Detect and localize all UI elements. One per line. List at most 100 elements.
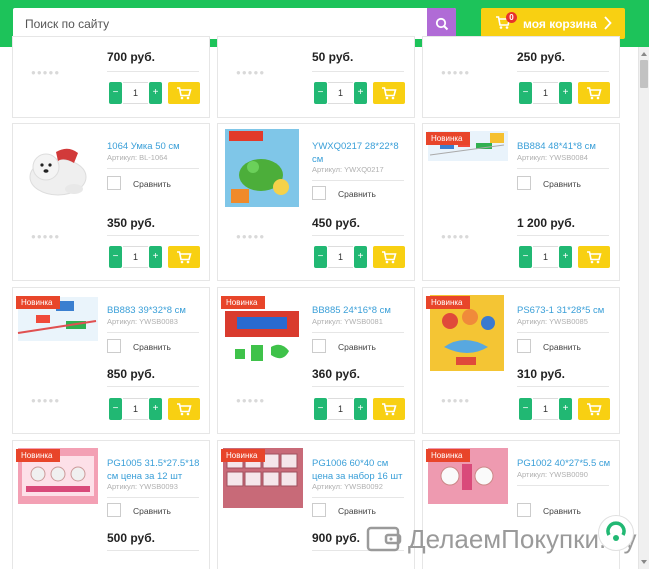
rating-stars[interactable]: ●●●●● bbox=[441, 68, 470, 77]
qty-input[interactable]: 1 bbox=[328, 246, 353, 268]
qty-minus-button[interactable]: − bbox=[519, 246, 532, 268]
new-badge: Новинка bbox=[426, 132, 470, 145]
qty-minus-button[interactable]: − bbox=[519, 398, 532, 420]
qty-minus-button[interactable]: − bbox=[314, 398, 327, 420]
scroll-down-arrow-icon[interactable] bbox=[639, 557, 649, 567]
qty-plus-button[interactable]: + bbox=[149, 398, 162, 420]
rating-stars[interactable]: ●●●●● bbox=[31, 396, 60, 405]
compare-label[interactable]: Сравнить bbox=[133, 506, 171, 516]
qty-plus-button[interactable]: + bbox=[559, 82, 572, 104]
divider bbox=[107, 497, 199, 498]
add-to-cart-button[interactable] bbox=[373, 246, 405, 268]
qty-input[interactable]: 1 bbox=[328, 398, 353, 420]
rating-stars[interactable]: ●●●●● bbox=[236, 68, 265, 77]
search-button[interactable] bbox=[427, 8, 456, 39]
product-sku: Артикул: YWSB0090 bbox=[517, 470, 588, 479]
qty-minus-button[interactable]: − bbox=[109, 82, 122, 104]
product-image[interactable]: Новинка bbox=[221, 291, 303, 373]
product-name-link[interactable]: BB884 48*41*8 см bbox=[517, 140, 615, 153]
add-to-cart-button[interactable] bbox=[578, 398, 610, 420]
qty-plus-button[interactable]: + bbox=[149, 82, 162, 104]
qty-minus-button[interactable]: − bbox=[314, 246, 327, 268]
compare-label[interactable]: Сравнить bbox=[543, 506, 581, 516]
compare-label[interactable]: Сравнить bbox=[543, 342, 581, 352]
compare-label[interactable]: Сравнить bbox=[133, 342, 171, 352]
divider bbox=[312, 497, 404, 498]
cart-add-icon bbox=[177, 251, 192, 264]
search-input[interactable] bbox=[13, 8, 428, 39]
add-to-cart-button[interactable] bbox=[578, 82, 610, 104]
rating-stars[interactable]: ●●●●● bbox=[31, 232, 60, 241]
qty-input[interactable]: 1 bbox=[123, 398, 148, 420]
product-name-link[interactable]: PG1005 31.5*27.5*18 см цена за 12 шт bbox=[107, 457, 205, 483]
page-scrollbar[interactable] bbox=[638, 47, 649, 569]
scroll-to-top-button[interactable] bbox=[598, 515, 634, 551]
compare-label[interactable]: Сравнить bbox=[338, 189, 376, 199]
qty-input[interactable]: 1 bbox=[533, 246, 558, 268]
compare-checkbox[interactable] bbox=[517, 503, 531, 517]
qty-minus-button[interactable]: − bbox=[109, 398, 122, 420]
product-name-link[interactable]: PS673-1 31*28*5 см bbox=[517, 304, 615, 317]
compare-checkbox[interactable] bbox=[312, 186, 326, 200]
add-to-cart-button[interactable] bbox=[168, 246, 200, 268]
add-to-cart-button[interactable] bbox=[578, 246, 610, 268]
qty-plus-button[interactable]: + bbox=[559, 398, 572, 420]
qty-plus-button[interactable]: + bbox=[354, 82, 367, 104]
compare-checkbox[interactable] bbox=[107, 176, 121, 190]
compare-checkbox[interactable] bbox=[107, 503, 121, 517]
qty-plus-button[interactable]: + bbox=[149, 246, 162, 268]
quantity-stepper: − 1 + bbox=[519, 246, 574, 268]
product-image[interactable] bbox=[16, 127, 98, 209]
add-to-cart-button[interactable] bbox=[168, 398, 200, 420]
qty-plus-button[interactable]: + bbox=[559, 246, 572, 268]
qty-input[interactable]: 1 bbox=[123, 82, 148, 104]
product-name-link[interactable]: 1064 Умка 50 см bbox=[107, 140, 205, 153]
product-image[interactable] bbox=[221, 127, 303, 209]
product-name-link[interactable]: YWXQ0217 28*22*8 см bbox=[312, 140, 410, 166]
product-image[interactable]: Новинка bbox=[426, 444, 508, 526]
compare-label[interactable]: Сравнить bbox=[338, 506, 376, 516]
compare-checkbox[interactable] bbox=[517, 176, 531, 190]
qty-input[interactable]: 1 bbox=[328, 82, 353, 104]
rating-stars[interactable]: ●●●●● bbox=[236, 396, 265, 405]
add-to-cart-button[interactable] bbox=[373, 398, 405, 420]
compare-label[interactable]: Сравнить bbox=[338, 342, 376, 352]
product-name-link[interactable]: PG1002 40*27*5.5 см bbox=[517, 457, 615, 470]
qty-minus-button[interactable]: − bbox=[519, 82, 532, 104]
rating-stars[interactable]: ●●●●● bbox=[31, 68, 60, 77]
qty-minus-button[interactable]: − bbox=[109, 246, 122, 268]
product-name-link[interactable]: BB883 39*32*8 см bbox=[107, 304, 205, 317]
product-name-link[interactable]: BB885 24*16*8 см bbox=[312, 304, 410, 317]
product-image[interactable]: Новинка bbox=[426, 127, 508, 209]
compare-checkbox[interactable] bbox=[312, 339, 326, 353]
scroll-up-arrow-icon[interactable] bbox=[639, 49, 649, 59]
add-to-cart-button[interactable] bbox=[168, 82, 200, 104]
rating-stars[interactable]: ●●●●● bbox=[236, 232, 265, 241]
qty-input[interactable]: 1 bbox=[533, 398, 558, 420]
product-name-link[interactable]: PG1006 60*40 см цена за набор 16 шт bbox=[312, 457, 410, 483]
qty-minus-button[interactable]: − bbox=[314, 82, 327, 104]
add-to-cart-button[interactable] bbox=[373, 82, 405, 104]
product-price: 500 руб. bbox=[107, 531, 155, 545]
product-image[interactable]: Новинка bbox=[221, 444, 303, 526]
compare-label[interactable]: Сравнить bbox=[543, 179, 581, 189]
product-image[interactable]: Новинка bbox=[16, 444, 98, 526]
cart-button[interactable]: 0 моя корзина bbox=[481, 8, 625, 39]
qty-plus-button[interactable]: + bbox=[354, 246, 367, 268]
divider bbox=[312, 71, 404, 72]
qty-input[interactable]: 1 bbox=[533, 82, 558, 104]
compare-label[interactable]: Сравнить bbox=[133, 179, 171, 189]
new-badge: Новинка bbox=[426, 449, 470, 462]
product-image[interactable]: Новинка bbox=[16, 291, 98, 373]
product-image[interactable]: Новинка bbox=[426, 291, 508, 373]
compare-checkbox[interactable] bbox=[107, 339, 121, 353]
quantity-stepper: − 1 + bbox=[519, 82, 574, 104]
rating-stars[interactable]: ●●●●● bbox=[441, 232, 470, 241]
qty-input[interactable]: 1 bbox=[123, 246, 148, 268]
compare-checkbox[interactable] bbox=[312, 503, 326, 517]
qty-plus-button[interactable]: + bbox=[354, 398, 367, 420]
compare-checkbox[interactable] bbox=[517, 339, 531, 353]
product-price: 1 200 руб. bbox=[517, 216, 575, 230]
rating-stars[interactable]: ●●●●● bbox=[441, 396, 470, 405]
scroll-thumb[interactable] bbox=[640, 60, 648, 88]
